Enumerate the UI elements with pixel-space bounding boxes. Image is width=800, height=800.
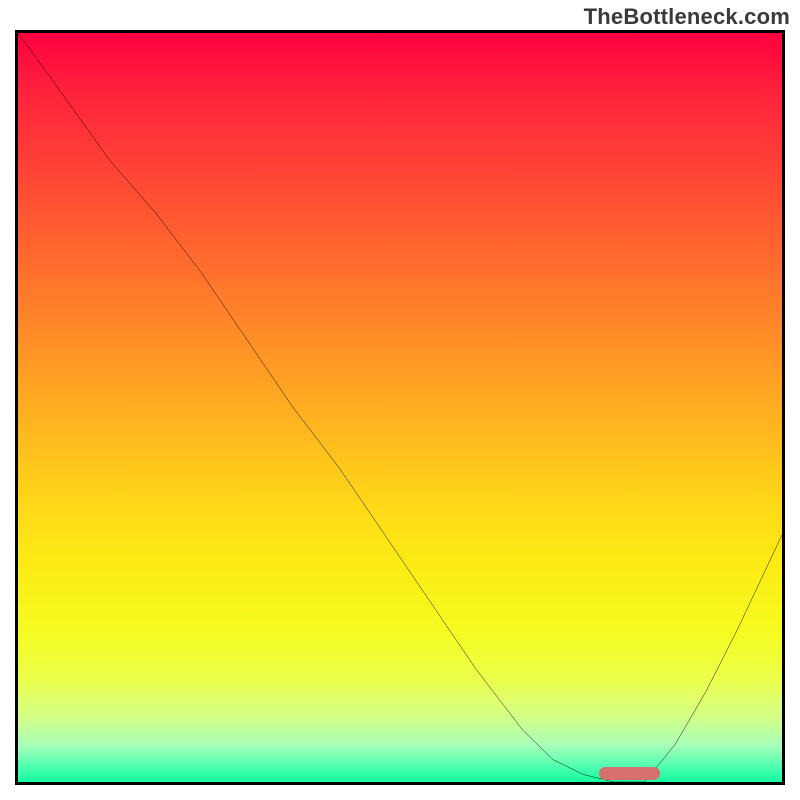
optimum-marker (599, 767, 660, 780)
watermark-text: TheBottleneck.com (584, 4, 790, 30)
page-root: TheBottleneck.com (0, 0, 800, 800)
chart-curve-layer (18, 33, 782, 782)
chart-frame (15, 30, 785, 785)
curve-path (18, 33, 782, 782)
